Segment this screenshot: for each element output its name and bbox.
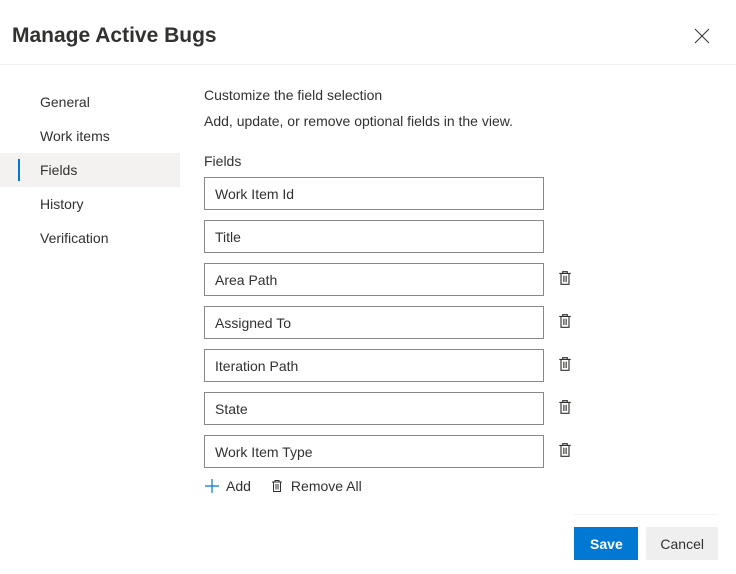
page-title: Manage Active Bugs	[12, 24, 217, 48]
field-input[interactable]	[204, 220, 544, 253]
save-button[interactable]: Save	[574, 527, 638, 560]
plus-icon	[204, 478, 220, 494]
close-button[interactable]	[692, 26, 712, 46]
field-input[interactable]	[204, 435, 544, 468]
field-input[interactable]	[204, 177, 544, 210]
remove-all-button[interactable]: Remove All	[269, 478, 362, 494]
sidebar-item-verification[interactable]: Verification	[0, 221, 180, 255]
dialog-footer: Save Cancel	[574, 514, 718, 560]
add-field-button[interactable]: Add	[204, 478, 251, 494]
dialog-content: General Work items Fields History Verificati…	[0, 65, 736, 494]
trash-icon	[557, 313, 573, 332]
field-row	[204, 392, 724, 425]
fields-list	[204, 177, 724, 468]
delete-field-button[interactable]	[556, 400, 574, 418]
sidebar-item-label: General	[40, 94, 90, 110]
trash-icon	[557, 442, 573, 461]
delete-field-button[interactable]	[556, 314, 574, 332]
section-heading: Customize the field selection	[204, 87, 724, 103]
field-input[interactable]	[204, 263, 544, 296]
sidebar-item-label: Work items	[40, 128, 110, 144]
sidebar-item-label: History	[40, 196, 84, 212]
field-input[interactable]	[204, 349, 544, 382]
trash-icon	[557, 399, 573, 418]
main-panel: Customize the field selection Add, updat…	[180, 65, 736, 494]
sidebar-item-history[interactable]: History	[0, 187, 180, 221]
delete-field-button[interactable]	[556, 443, 574, 461]
field-row	[204, 435, 724, 468]
add-field-label: Add	[226, 478, 251, 494]
field-input[interactable]	[204, 392, 544, 425]
close-icon	[694, 28, 710, 44]
trash-icon	[269, 478, 285, 494]
field-row	[204, 349, 724, 382]
trash-icon	[557, 356, 573, 375]
sidebar: General Work items Fields History Verificati…	[0, 65, 180, 255]
trash-icon	[557, 270, 573, 289]
sidebar-item-label: Verification	[40, 230, 108, 246]
sidebar-item-work-items[interactable]: Work items	[0, 119, 180, 153]
sidebar-item-general[interactable]: General	[0, 85, 180, 119]
delete-field-button[interactable]	[556, 357, 574, 375]
sidebar-item-fields[interactable]: Fields	[0, 153, 180, 187]
delete-field-button[interactable]	[556, 271, 574, 289]
field-row	[204, 220, 724, 253]
sidebar-item-label: Fields	[40, 162, 77, 178]
field-input[interactable]	[204, 306, 544, 339]
remove-all-label: Remove All	[291, 478, 362, 494]
fields-label: Fields	[204, 153, 724, 169]
dialog-header: Manage Active Bugs	[0, 0, 736, 65]
field-actions: Add Remove All	[204, 478, 724, 494]
cancel-button[interactable]: Cancel	[646, 527, 718, 560]
field-row	[204, 306, 724, 339]
field-row	[204, 177, 724, 210]
field-row	[204, 263, 724, 296]
section-description: Add, update, or remove optional fields i…	[204, 113, 724, 129]
